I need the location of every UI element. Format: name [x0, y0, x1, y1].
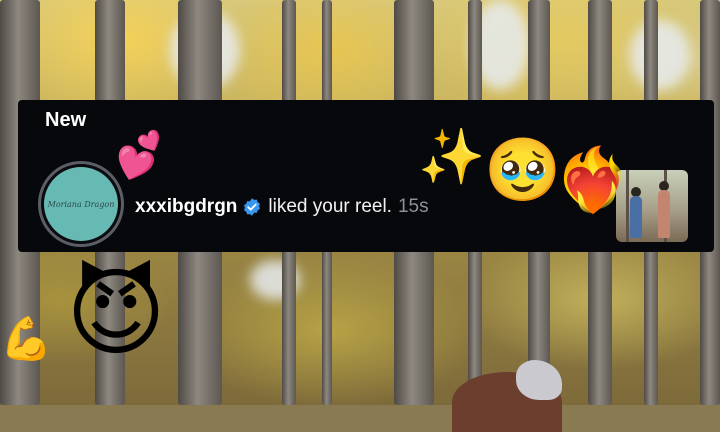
- pleading-face-icon: 🥹: [484, 136, 562, 205]
- two-hearts-icon: 💕: [111, 129, 170, 183]
- avatar-logo-text: Moriana Dragon: [47, 199, 115, 209]
- avatar-image: Moriana Dragon: [44, 167, 118, 241]
- flexed-bicep-icon: 💪: [0, 315, 53, 362]
- avatar[interactable]: Moriana Dragon: [38, 161, 124, 247]
- sparkles-icon: ✨: [418, 127, 486, 187]
- notification-action: liked your reel.: [268, 196, 392, 217]
- verified-badge-icon: [242, 197, 262, 217]
- section-label: New: [45, 109, 87, 131]
- notification-text: xxxibgdrgn liked your reel. 15s: [135, 196, 429, 218]
- heart-on-fire-icon: ❤️‍🔥: [554, 146, 632, 215]
- smiling-devil-icon: 😈: [66, 260, 167, 367]
- username-link[interactable]: xxxibgdrgn: [135, 196, 237, 218]
- timestamp: 15s: [397, 196, 429, 217]
